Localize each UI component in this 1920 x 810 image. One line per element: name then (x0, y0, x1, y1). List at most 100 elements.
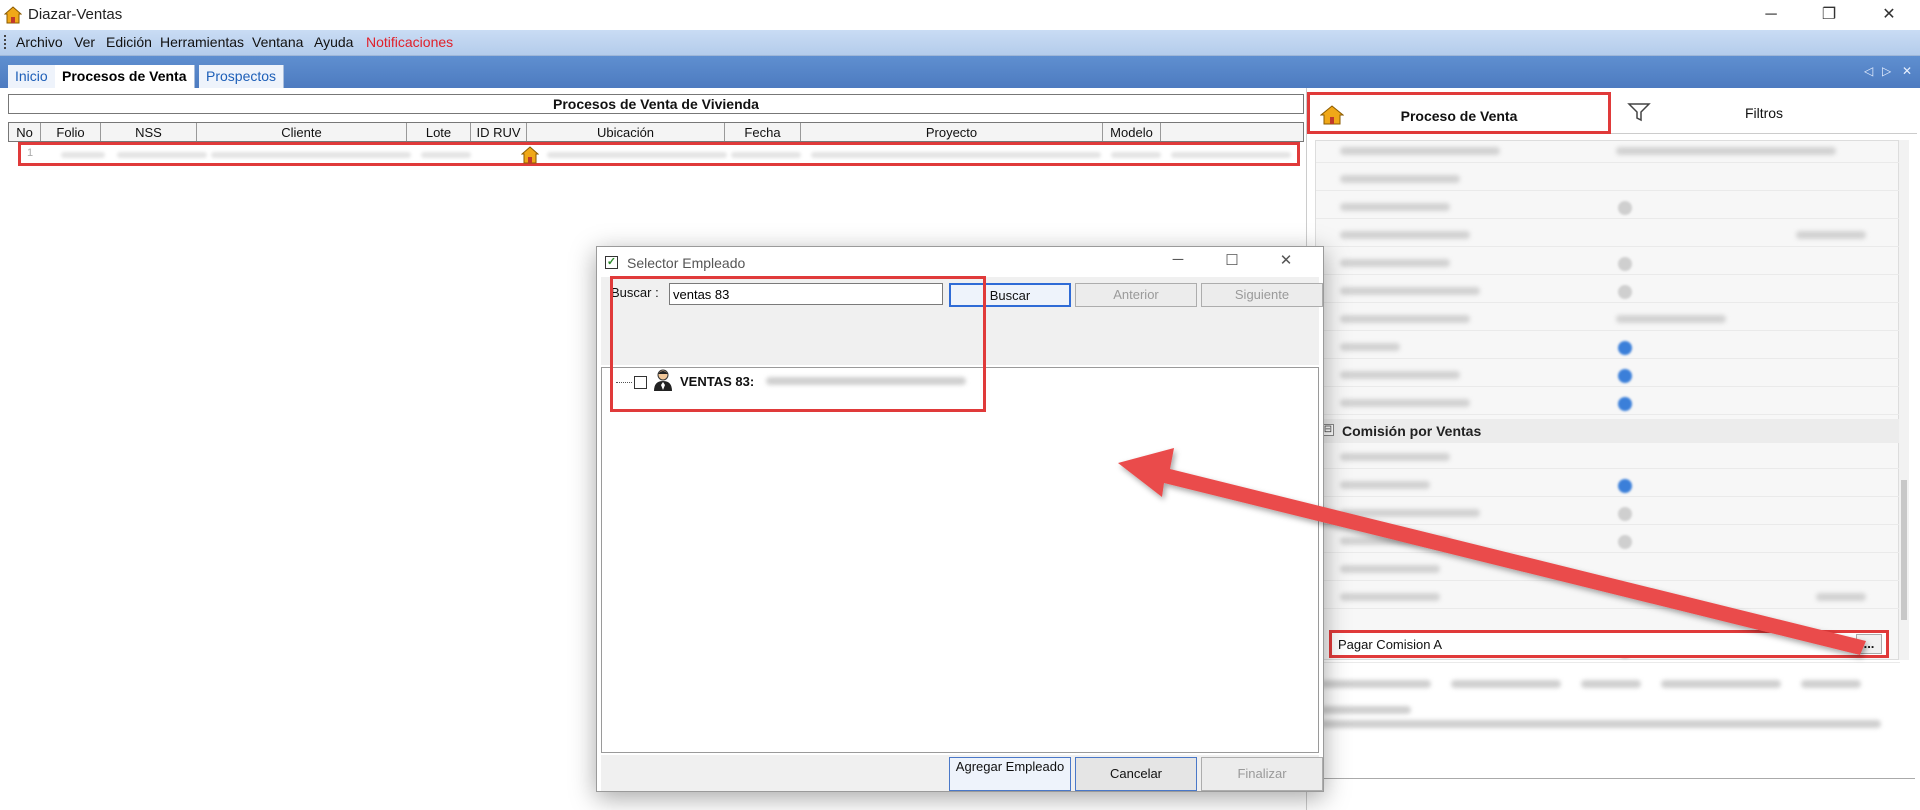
redacted-link[interactable] (1801, 680, 1861, 688)
right-panel: Proceso de Venta Filtros ⊟ Comisión por … (1306, 88, 1920, 810)
redacted-cliente (211, 152, 411, 158)
col-no[interactable]: No (9, 123, 41, 141)
section-comision-label: Comisión por Ventas (1342, 423, 1482, 439)
redacted-value (1816, 593, 1866, 601)
property-grid: ⊟ Comisión por Ventas (1315, 140, 1900, 663)
menu-notificaciones[interactable]: Notificaciones (366, 34, 453, 50)
search-label: Buscar : (611, 285, 659, 300)
tab-filtros-label: Filtros (1744, 105, 1784, 121)
property-row[interactable] (1316, 337, 1900, 359)
grid-header: No Folio NSS Cliente Lote ID RUV Ubicaci… (8, 122, 1304, 142)
menu-ayuda[interactable]: Ayuda (314, 34, 353, 50)
close-button[interactable]: ✕ (1866, 0, 1912, 30)
property-checkbox[interactable] (1618, 507, 1632, 521)
property-checkbox[interactable] (1618, 257, 1632, 271)
minimize-button[interactable]: ─ (1748, 0, 1794, 30)
dialog-check-icon: ✓ (605, 256, 618, 269)
property-checkbox[interactable] (1618, 201, 1632, 215)
dialog-close-button[interactable]: ✕ (1271, 251, 1301, 273)
redacted-ubicacion (547, 152, 727, 158)
property-row[interactable] (1316, 309, 1900, 331)
col-modelo[interactable]: Modelo (1103, 123, 1161, 141)
property-row[interactable] (1316, 197, 1900, 219)
redacted-link[interactable] (1581, 680, 1641, 688)
property-row[interactable] (1316, 393, 1900, 415)
tab-proceso-de-venta[interactable]: Proceso de Venta (1307, 92, 1611, 134)
dialog-maximize-button[interactable]: ☐ (1217, 251, 1247, 273)
redacted-employee-name (766, 377, 966, 385)
col-nss[interactable]: NSS (101, 123, 197, 141)
menu-edicion[interactable]: Edición (106, 34, 152, 50)
property-row[interactable] (1316, 281, 1900, 303)
property-checkbox[interactable] (1618, 369, 1632, 383)
redacted-value (1616, 147, 1836, 155)
redacted-label (1340, 481, 1430, 489)
pagar-comision-browse-button[interactable]: ... (1856, 634, 1882, 654)
property-checkbox[interactable] (1618, 479, 1632, 493)
property-row[interactable] (1316, 559, 1900, 581)
col-lote[interactable]: Lote (407, 123, 471, 141)
scrollbar-thumb[interactable] (1901, 480, 1907, 620)
agregar-empleado-button[interactable]: Agregar Empleado (949, 757, 1071, 791)
menu-ver[interactable]: Ver (74, 34, 95, 50)
tab-inicio[interactable]: Inicio (8, 65, 56, 88)
property-row[interactable] (1316, 503, 1900, 525)
property-checkbox[interactable] (1618, 535, 1632, 549)
house-icon (1320, 105, 1344, 125)
redacted-link[interactable] (1661, 680, 1781, 688)
window-title: Diazar-Ventas (28, 6, 123, 23)
property-checkbox[interactable] (1618, 397, 1632, 411)
finalizar-button[interactable]: Finalizar (1201, 757, 1323, 791)
employee-checkbox[interactable] (634, 376, 647, 389)
property-row[interactable] (1316, 225, 1900, 247)
redacted-link[interactable] (1451, 680, 1561, 688)
property-row[interactable] (1316, 253, 1900, 275)
redacted-link[interactable] (1321, 680, 1431, 688)
tab-procesos-de-venta[interactable]: Procesos de Venta (55, 65, 195, 88)
tab-prev-icon[interactable]: ◁ (1864, 64, 1873, 78)
redacted-value (1616, 315, 1726, 323)
property-row[interactable] (1316, 141, 1900, 163)
property-checkbox[interactable] (1618, 285, 1632, 299)
tree-item-ventas-83[interactable]: VENTAS 83: (680, 374, 754, 389)
menu-ventana[interactable]: Ventana (252, 34, 303, 50)
search-input[interactable] (669, 283, 943, 305)
col-cliente[interactable]: Cliente (197, 123, 407, 141)
cancelar-button[interactable]: Cancelar (1075, 757, 1197, 791)
employee-tree: VENTAS 83: (601, 367, 1319, 753)
dialog-minimize-button[interactable]: ─ (1163, 251, 1193, 273)
tab-next-icon[interactable]: ▷ (1882, 64, 1891, 78)
col-proyecto[interactable]: Proyecto (801, 123, 1103, 141)
pagar-comision-row[interactable]: Pagar Comision A ... (1329, 630, 1889, 658)
table-row[interactable]: 1 (18, 142, 1300, 166)
property-row[interactable] (1316, 587, 1900, 609)
col-folio[interactable]: Folio (41, 123, 101, 141)
redacted-label (1340, 175, 1460, 183)
property-row[interactable] (1316, 531, 1900, 553)
tab-prospectos[interactable]: Prospectos (199, 65, 285, 88)
tab-close-icon[interactable]: ✕ (1902, 64, 1912, 78)
tab-filtros[interactable]: Filtros (1611, 92, 1917, 134)
siguiente-button[interactable]: Siguiente (1201, 283, 1323, 307)
dialog-title: Selector Empleado (627, 255, 746, 271)
property-row[interactable] (1316, 475, 1900, 497)
property-scrollbar[interactable] (1899, 140, 1909, 660)
property-checkbox[interactable] (1618, 341, 1632, 355)
property-row[interactable] (1316, 169, 1900, 191)
redacted-fecha (731, 152, 801, 158)
section-comision-por-ventas[interactable]: ⊟ Comisión por Ventas (1316, 419, 1900, 443)
row-number: 1 (27, 147, 34, 159)
col-ubicacion[interactable]: Ubicación (527, 123, 725, 141)
restore-button[interactable]: ❐ (1806, 0, 1852, 30)
buscar-button[interactable]: Buscar (949, 283, 1071, 307)
menu-herramientas[interactable]: Herramientas (160, 34, 244, 50)
redacted-label (1340, 343, 1400, 351)
redacted-label (1340, 453, 1450, 461)
property-row[interactable] (1316, 365, 1900, 387)
redacted-label (1340, 259, 1450, 267)
col-id-ruv[interactable]: ID RUV (471, 123, 527, 141)
col-fecha[interactable]: Fecha (725, 123, 801, 141)
menu-archivo[interactable]: Archivo (16, 34, 63, 50)
property-row[interactable] (1316, 447, 1900, 469)
anterior-button[interactable]: Anterior (1075, 283, 1197, 307)
